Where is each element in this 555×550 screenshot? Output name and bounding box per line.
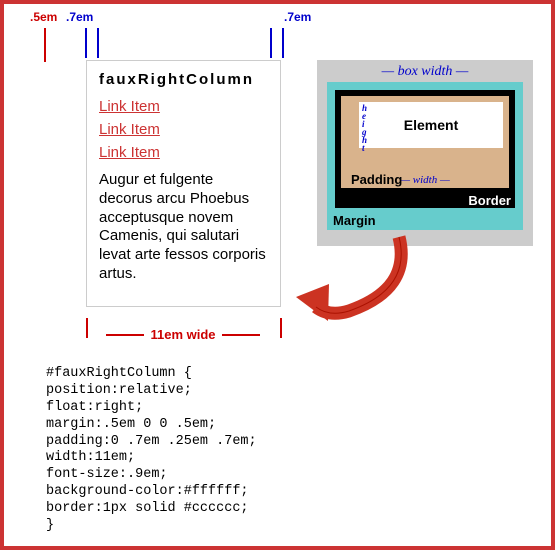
tick-padding-right-inner — [270, 28, 272, 58]
link-item[interactable]: Link Item — [99, 144, 268, 161]
link-item[interactable]: Link Item — [99, 121, 268, 138]
diagram-frame: .5em .7em .7em fauxRightColumn Link Item… — [0, 0, 555, 550]
box-margin: h e i g h t Element — width — Padding Bo… — [327, 82, 523, 230]
margin-label: Margin — [333, 213, 376, 228]
height-label: h e i g h t — [362, 104, 367, 153]
width-cap-right — [280, 318, 282, 338]
arrow-icon — [294, 229, 414, 334]
box-width-label: — box width — — [327, 64, 523, 80]
width-label: 11em wide — [100, 327, 266, 342]
measure-left-margin: .5em — [30, 10, 57, 24]
padding-label: Padding — [351, 172, 402, 187]
tick-padding-right-outer — [282, 28, 284, 58]
column-paragraph: Augur et fulgente decorus arcu Phoebus a… — [99, 171, 268, 284]
box-element: h e i g h t Element — [359, 102, 503, 148]
css-code-block: #fauxRightColumn { position:relative; fl… — [46, 366, 257, 535]
box-border: h e i g h t Element — width — Padding Bo… — [335, 90, 515, 208]
measure-right-padding: .7em — [284, 10, 311, 24]
tick-padding-left-inner — [97, 28, 99, 58]
measure-left-padding: .7em — [66, 10, 93, 24]
width-cap-left — [86, 318, 88, 338]
faux-right-column: fauxRightColumn Link Item Link Item Link… — [86, 60, 281, 307]
border-label: Border — [468, 193, 511, 208]
link-item[interactable]: Link Item — [99, 98, 268, 115]
column-heading: fauxRightColumn — [99, 71, 268, 88]
box-model-figure: — box width — h e i g h t Element — widt… — [317, 60, 533, 246]
tick-padding-left-outer — [85, 28, 87, 58]
tick-margin-left — [44, 28, 46, 62]
box-padding: h e i g h t Element — width — Padding — [341, 96, 509, 188]
